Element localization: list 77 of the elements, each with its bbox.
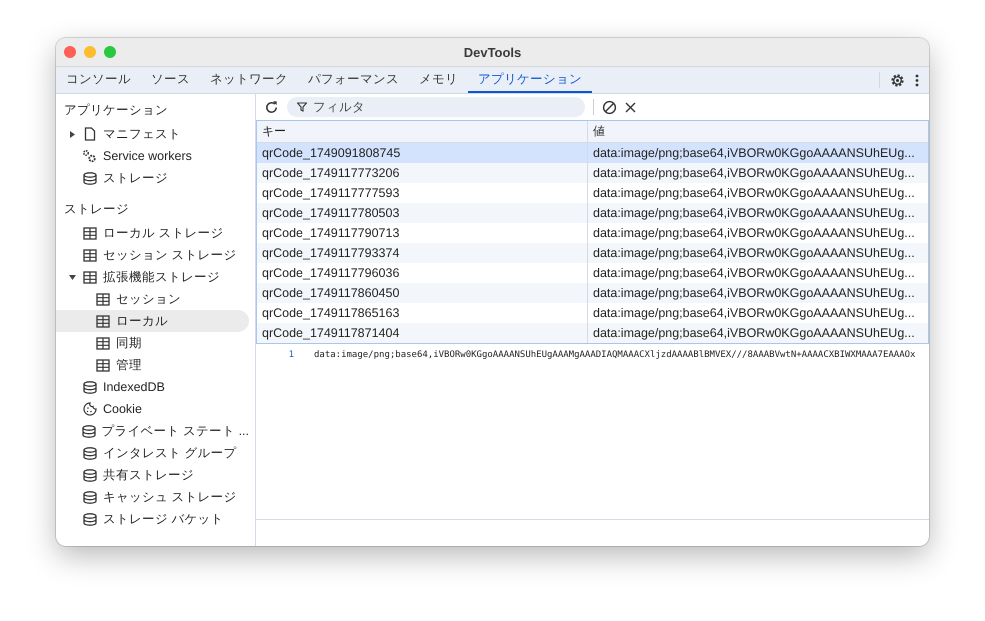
key-cell-text: qrCode_1749117790713	[261, 225, 400, 242]
panel-tab[interactable]: パフォーマンス	[298, 67, 409, 93]
key-cell-text: qrCode_1749117777593	[261, 185, 400, 202]
settings-icon[interactable]	[890, 72, 905, 88]
more-menu-icon[interactable]	[915, 74, 919, 86]
column-header[interactable]: 値	[587, 121, 928, 142]
sidebar-item[interactable]: 拡張機能ストレージ	[56, 266, 249, 288]
sidebar-item[interactable]: 管理	[56, 354, 249, 376]
table-icon	[96, 292, 110, 306]
sidebar-item[interactable]: マニフェスト	[56, 123, 249, 145]
key-cell-text: qrCode_1749117796036	[261, 265, 400, 282]
table-row[interactable]: qrCode_1749117773206 data:image/png;base64,iVBORw0KGgoAAAANSUhEUg...	[257, 163, 928, 183]
table-icon	[96, 358, 110, 372]
filter-field[interactable]: フィルタ	[287, 97, 585, 117]
table-icon	[82, 248, 96, 262]
sidebar-item[interactable]: 同期	[56, 332, 249, 354]
panel-tab[interactable]: ソース	[141, 67, 200, 93]
close-icon[interactable]	[625, 102, 636, 112]
section-heading: アプリケーション	[63, 102, 169, 119]
table-icon	[82, 270, 96, 284]
refresh-icon[interactable]	[264, 100, 279, 114]
key-cell-text: qrCode_1749117793374	[261, 245, 400, 262]
key-cell-text: qrCode_1749117865163	[261, 305, 400, 322]
sidebar-item[interactable]: Cookie	[56, 398, 249, 420]
cookie-icon	[82, 402, 96, 416]
value-cell: data:image/png;base64,iVBORw0KGgoAAAANSUhEUg...	[587, 203, 928, 223]
window-title: DevTools	[464, 44, 522, 60]
expanded-arrow-icon[interactable]	[68, 274, 76, 280]
table-row[interactable]: qrCode_1749117860450 data:image/png;base64,iVBORw0KGgoAAAANSUhEUg...	[257, 283, 928, 303]
panel-tab[interactable]: ネットワーク	[200, 67, 298, 93]
file-icon	[84, 127, 96, 141]
sidebar-item[interactable]: ローカル ストレージ	[56, 222, 249, 244]
close-button[interactable]	[64, 46, 76, 58]
column-header[interactable]: キー	[257, 121, 587, 142]
table-row[interactable]: qrCode_1749117871404 data:image/png;base64,iVBORw0KGgoAAAANSUhEUg...	[257, 323, 928, 343]
table-icon	[96, 336, 110, 350]
collapsed-arrow-icon[interactable]	[70, 130, 74, 138]
sidebar-item[interactable]: IndexedDB	[56, 376, 249, 398]
value-cell: data:image/png;base64,iVBORw0KGgoAAAANSUhEUg...	[587, 283, 928, 303]
value-cell: data:image/png;base64,iVBORw0KGgoAAAANSUhEUg...	[587, 323, 928, 343]
sidebar-item[interactable]: プライベート ステート ...	[56, 420, 249, 442]
database-icon	[82, 490, 96, 504]
table-row[interactable]: qrCode_1749117780503 data:image/png;base64,iVBORw0KGgoAAAANSUhEUg...	[257, 203, 928, 223]
sidebar-item[interactable]: 共有ストレージ	[56, 464, 249, 486]
line-number: 1	[288, 350, 294, 360]
table-row[interactable]: qrCode_1749117793374 data:image/png;base64,iVBORw0KGgoAAAANSUhEUg...	[257, 243, 928, 263]
panel-tab[interactable]: アプリケーション	[468, 67, 592, 93]
table-icon	[82, 226, 96, 240]
database-icon	[82, 380, 96, 394]
sidebar-item[interactable]: インタレスト グループ	[56, 442, 249, 464]
database-icon	[82, 468, 96, 482]
value-cell: data:image/png;base64,iVBORw0KGgoAAAANSUhEUg...	[587, 163, 928, 183]
key-cell-text: qrCode_1749117871404	[261, 325, 400, 342]
database-icon	[82, 172, 96, 184]
database-icon	[82, 512, 96, 526]
gears-icon	[82, 149, 97, 163]
sidebar-item[interactable]: Service workers	[56, 145, 249, 167]
key-cell-text: qrCode_1749117773206	[261, 165, 400, 182]
sidebar-item[interactable]: ローカル	[56, 310, 249, 332]
sidebar-item[interactable]: セッション	[56, 288, 249, 310]
panel-tab[interactable]: コンソール	[56, 67, 141, 93]
database-icon	[82, 446, 96, 460]
key-cell-text: qrCode_1749117860450	[261, 285, 400, 302]
database-icon	[82, 424, 96, 438]
table-row[interactable]: qrCode_1749091808745 data:image/png;base64,iVBORw0KGgoAAAANSUhEUg...	[257, 143, 928, 163]
section-heading: ストレージ	[63, 201, 130, 218]
sidebar-item[interactable]: ストレージ	[56, 167, 249, 189]
sidebar-item[interactable]: キャッシュ ストレージ	[56, 486, 249, 508]
sidebar-item[interactable]: セッション ストレージ	[56, 244, 249, 266]
value-cell: data:image/png;base64,iVBORw0KGgoAAAANSUhEUg...	[587, 243, 928, 263]
key-cell-text: qrCode_1749091808745	[261, 145, 402, 162]
panel-tab[interactable]: メモリ	[409, 67, 468, 93]
sidebar-item[interactable]: ストレージ バケット	[56, 508, 249, 530]
key-cell-text: qrCode_1749117780503	[261, 205, 400, 222]
value-preview-text: data:image/png;base64,iVBORw0KGgoAAAANSUhEUgAAAMgAAADIAQMAAACXljzdAAAABlBMVEX///8AAABVwtN+AAAACXBIWXMAAA7EAAAOx	[314, 350, 916, 360]
table-icon	[96, 314, 110, 328]
clear-all-icon[interactable]	[602, 100, 617, 114]
